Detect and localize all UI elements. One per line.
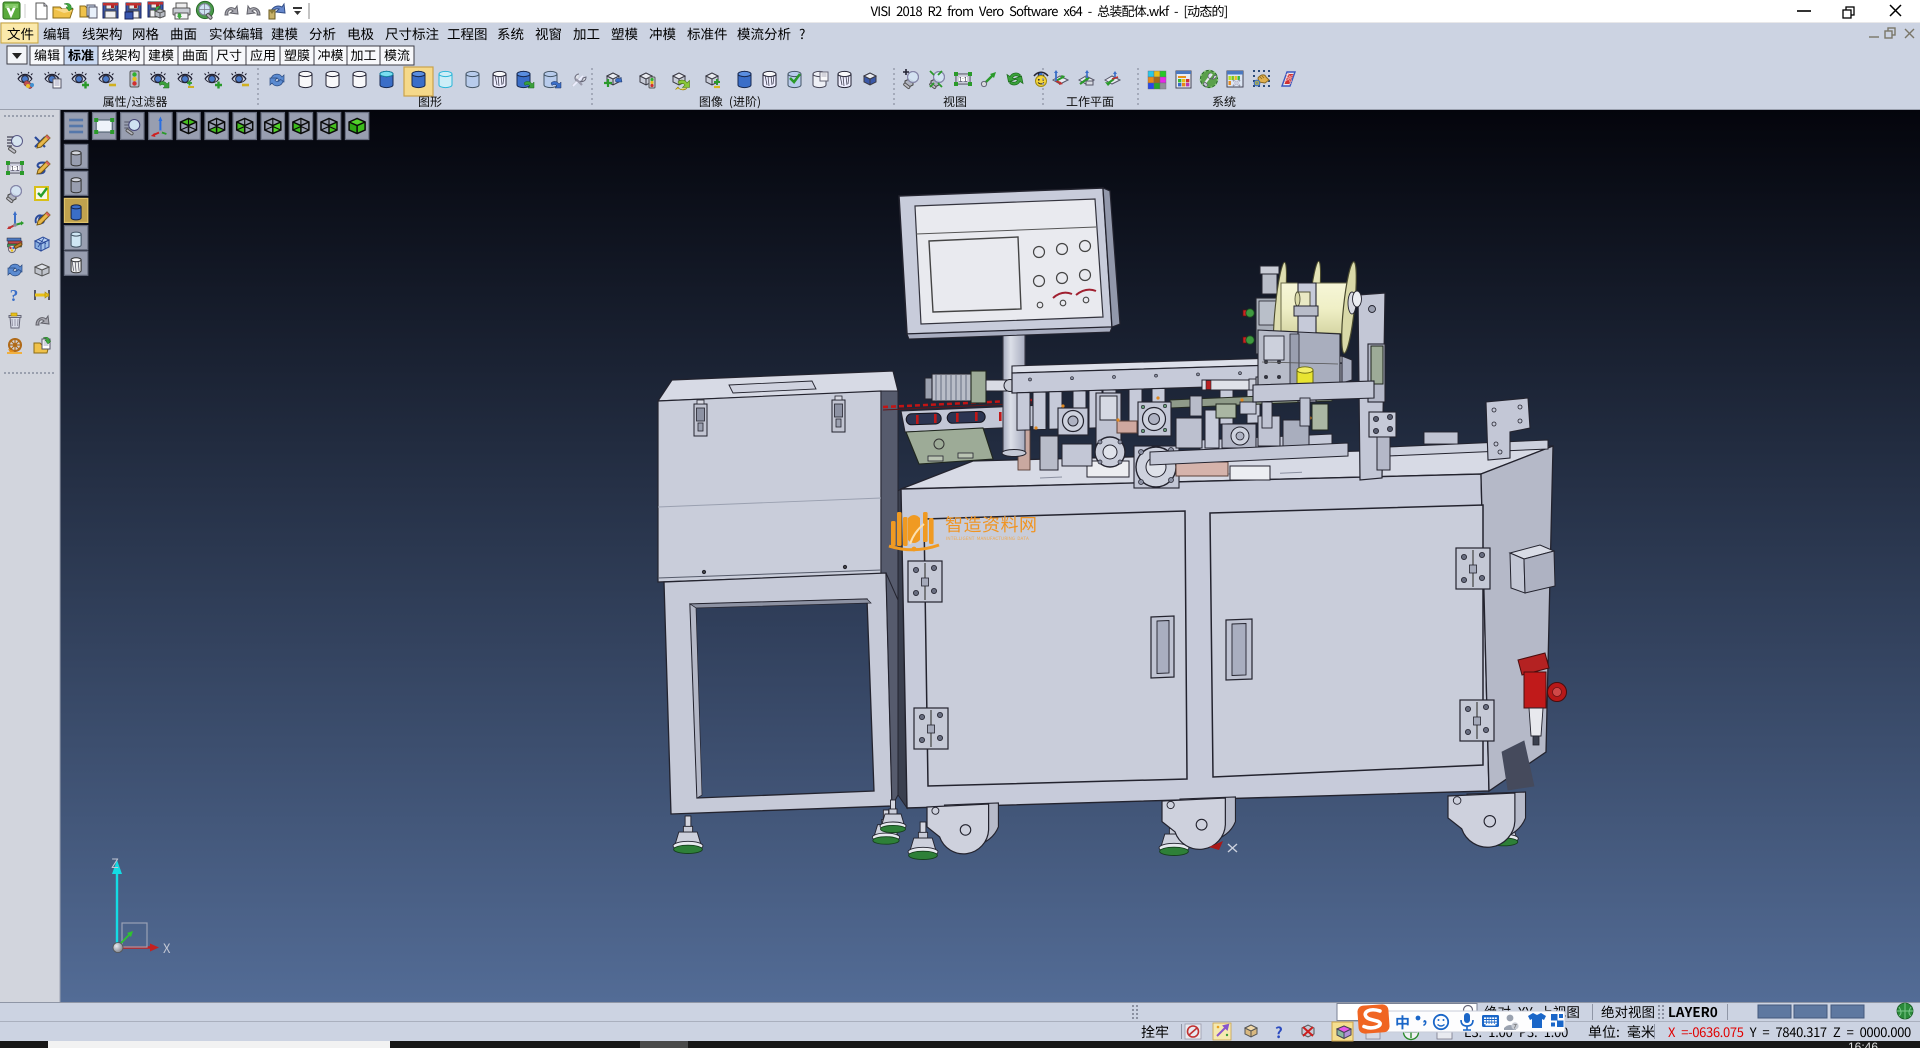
svg-text:7: 7 — [1513, 1024, 1517, 1031]
svg-text:1:1: 1:1 — [959, 78, 968, 84]
svg-text:1:1: 1:1 — [11, 167, 20, 173]
svg-text:?: ? — [10, 286, 19, 305]
svg-text:16:46: 16:46 — [1848, 1040, 1878, 1048]
